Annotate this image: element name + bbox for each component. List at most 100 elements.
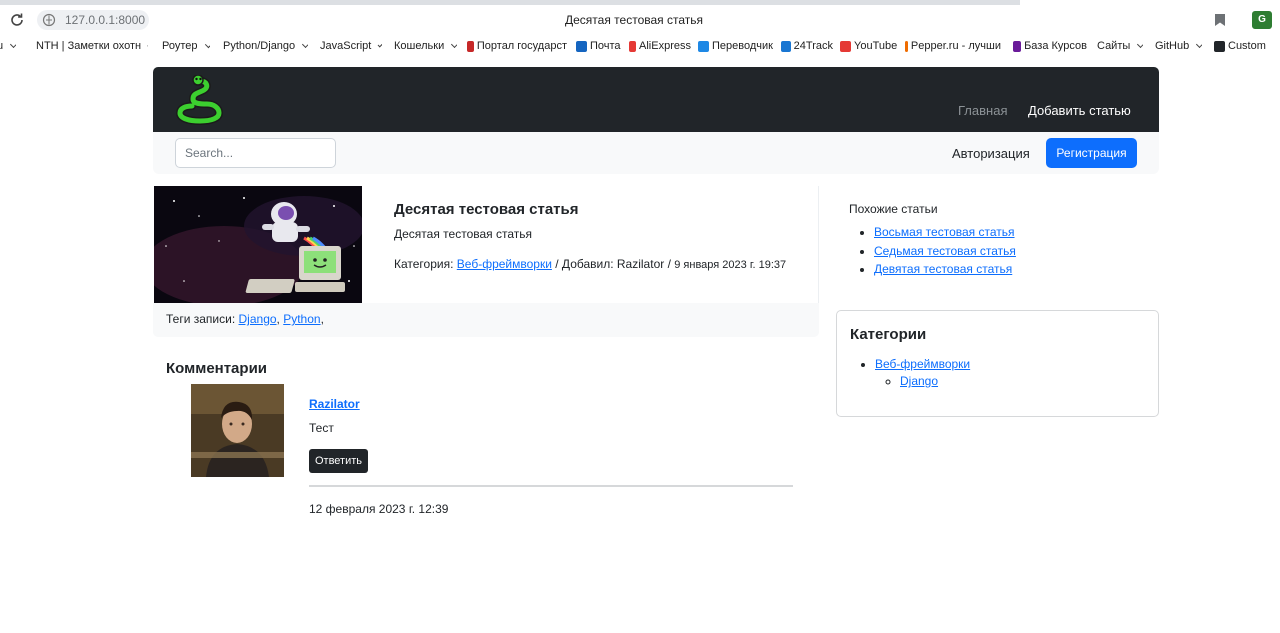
subcategory-list: Django bbox=[900, 374, 970, 393]
snake-logo-icon[interactable] bbox=[174, 75, 226, 125]
bookmark-item[interactable]: JavaScript bbox=[320, 39, 382, 53]
tag-link[interactable]: Python bbox=[283, 312, 320, 326]
subcategory-link[interactable]: Django bbox=[900, 374, 938, 388]
bookmark-label: Pepper.ru - лучши bbox=[910, 40, 1001, 52]
bookmark-label: Custom bbox=[1228, 40, 1266, 52]
bookmark-item[interactable]: Pepper.ru - лучши bbox=[905, 39, 1001, 53]
chevron-down-icon bbox=[1137, 40, 1144, 49]
category-tree-link[interactable]: Веб-фреймворки bbox=[875, 357, 970, 371]
chevron-down-icon bbox=[10, 40, 17, 49]
login-link[interactable]: Авторизация bbox=[952, 146, 1030, 161]
bookmark-item[interactable]: База Курсов bbox=[1013, 39, 1087, 53]
list-item: Веб-фреймворки Django bbox=[875, 357, 970, 388]
bookmark-item[interactable]: Портал государст bbox=[467, 39, 567, 53]
comment-text: Тест bbox=[309, 421, 334, 435]
aliexpress-icon bbox=[629, 40, 637, 52]
chevron-down-icon bbox=[204, 41, 210, 48]
reply-button[interactable]: Ответить bbox=[309, 449, 368, 473]
flame-icon bbox=[905, 40, 908, 52]
bookmark-item[interactable]: u bbox=[0, 39, 17, 53]
bookmark-label: Почта bbox=[590, 40, 621, 52]
article-divider bbox=[818, 186, 819, 303]
chevron-down-icon bbox=[377, 41, 382, 48]
list-item: Восьмая тестовая статья bbox=[874, 225, 1016, 244]
bookmark-label: Кошельки bbox=[394, 40, 445, 52]
track-icon bbox=[781, 40, 791, 52]
bookmark-item[interactable]: Сайты bbox=[1097, 39, 1144, 53]
list-item: Седьмая тестовая статья bbox=[874, 244, 1016, 263]
bookmark-item[interactable]: Python/Django bbox=[223, 39, 309, 53]
bookmark-label: AliExpress bbox=[639, 40, 691, 52]
nav-home-link[interactable]: Главная bbox=[958, 103, 1007, 118]
article-description: Десятая тестовая статья bbox=[394, 227, 532, 241]
comment-date: 12 февраля 2023 г. 12:39 bbox=[309, 502, 449, 516]
similar-article-link[interactable]: Седьмая тестовая статья bbox=[874, 244, 1016, 258]
bookmark-label: Python/Django bbox=[223, 40, 296, 52]
bookmark-label: Роутер bbox=[162, 40, 198, 52]
astronaut-computer-illustration bbox=[154, 186, 362, 303]
bookmark-item[interactable]: YouTube bbox=[840, 39, 897, 53]
comment-divider bbox=[309, 485, 793, 487]
bookmark-label: GitHub bbox=[1155, 40, 1190, 52]
search-input[interactable] bbox=[175, 138, 336, 168]
list-item: Девятая тестовая статья bbox=[874, 262, 1016, 281]
avatar bbox=[191, 384, 284, 477]
custom-icon bbox=[1214, 40, 1225, 52]
bookmark-label: u bbox=[0, 40, 4, 52]
similar-title: Похожие статьи bbox=[849, 202, 938, 216]
bookmark-item[interactable]: NTH | Заметки охотн bbox=[36, 39, 148, 53]
bookmark-label: Портал государст bbox=[476, 40, 567, 52]
comment-author-link[interactable]: Razilator bbox=[309, 397, 360, 411]
bookmark-item[interactable]: 24Track bbox=[781, 39, 833, 53]
window-title: Десятая тестовая статья bbox=[565, 13, 703, 27]
bookmark-label: 24Track bbox=[793, 40, 833, 52]
categories-list: Веб-фреймворки Django bbox=[875, 357, 970, 388]
similar-article-link[interactable]: Девятая тестовая статья bbox=[874, 262, 1012, 276]
bookmark-label: JavaScript bbox=[320, 40, 372, 52]
chevron-down-icon bbox=[451, 40, 458, 49]
bookmark-item[interactable]: GitHub bbox=[1155, 39, 1203, 53]
site-header: Главная Добавить статью bbox=[153, 67, 1159, 132]
list-item: Django bbox=[900, 374, 970, 393]
article-title: Десятая тестовая статья bbox=[394, 201, 579, 218]
courses-icon bbox=[1013, 40, 1022, 52]
added-by: / Добавил: Razilator / bbox=[555, 257, 671, 271]
register-button[interactable]: Регистрация bbox=[1046, 138, 1137, 168]
bookmark-label: База Курсов bbox=[1024, 40, 1087, 52]
bookmark-item[interactable]: Custom bbox=[1214, 39, 1266, 53]
category-link[interactable]: Веб-фреймворки bbox=[457, 257, 552, 271]
bookmark-item[interactable]: AliExpress bbox=[629, 39, 691, 53]
address-bar-row: 127.0.0.1:8000 Десятая тестовая статья G bbox=[0, 5, 1280, 35]
similar-article-link[interactable]: Восьмая тестовая статья bbox=[874, 225, 1015, 239]
article-meta: Категория: Веб-фреймворки / Добавил: Raz… bbox=[394, 257, 786, 271]
article-image bbox=[154, 186, 362, 303]
sub-navbar: Авторизация Регистрация bbox=[153, 132, 1159, 174]
tags-label: Теги записи: bbox=[166, 312, 236, 326]
chevron-down-icon bbox=[1196, 40, 1203, 49]
comments-title: Комментарии bbox=[166, 360, 268, 377]
mail-icon bbox=[576, 40, 587, 52]
tags-bar: Теги записи: Django, Python, bbox=[153, 303, 819, 337]
bookmark-label: Переводчик bbox=[712, 40, 773, 52]
flag-icon bbox=[467, 40, 474, 52]
category-label: Категория: bbox=[394, 257, 454, 271]
bookmark-item[interactable]: Переводчик bbox=[698, 39, 773, 53]
extension-icon[interactable]: G bbox=[1252, 11, 1272, 29]
bookmark-label: YouTube bbox=[854, 40, 898, 52]
bookmark-item[interactable]: Почта bbox=[576, 39, 621, 53]
bookmark-item[interactable]: Роутер bbox=[162, 39, 210, 53]
categories-card: Категории Веб-фреймворки Django bbox=[836, 310, 1159, 417]
bookmark-item[interactable]: Кошельки bbox=[394, 39, 458, 53]
chevron-down-icon bbox=[302, 40, 309, 49]
youtube-icon bbox=[840, 40, 851, 52]
chevron-down-icon bbox=[147, 42, 148, 47]
translate-icon bbox=[698, 40, 709, 52]
article-date: 9 января 2023 г. 19:37 bbox=[674, 259, 787, 271]
tag-link[interactable]: Django bbox=[239, 312, 277, 326]
bookmark-icon[interactable] bbox=[1214, 13, 1226, 27]
bookmark-label: Сайты bbox=[1097, 40, 1131, 52]
nav-add-article-link[interactable]: Добавить статью bbox=[1028, 103, 1131, 118]
categories-title: Категории bbox=[850, 326, 927, 343]
bookmarks-bar: u NTH | Заметки охотн Роутер Python/Django J… bbox=[0, 35, 1280, 57]
similar-list: Восьмая тестовая статья Седьмая тестовая… bbox=[874, 225, 1016, 281]
